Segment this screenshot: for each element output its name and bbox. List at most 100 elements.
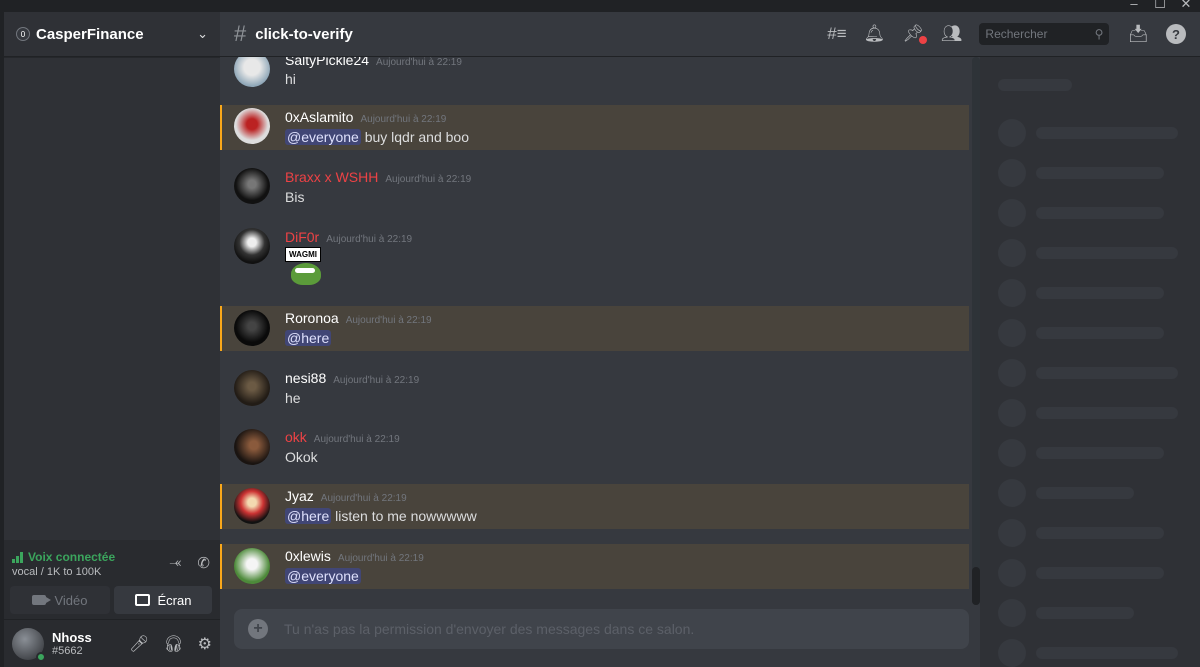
close-button[interactable]: ✕ <box>1180 0 1192 12</box>
message-author[interactable]: 0xAslamito <box>285 109 353 125</box>
avatar[interactable] <box>234 108 270 144</box>
pin-icon[interactable]: 📌︎ <box>902 24 927 44</box>
message-author[interactable]: Jyaz <box>285 488 314 504</box>
message-timestamp: Aujourd'hui à 22:19 <box>333 375 420 386</box>
message: Braxx x WSHH Aujourd'hui à 22:19 Bis <box>220 165 969 210</box>
member-group-placeholder <box>998 79 1072 91</box>
mention-pill[interactable]: @here <box>285 330 332 346</box>
avatar[interactable] <box>234 168 270 204</box>
voice-panel: Voix connectée vocal / 1K to 100K ⤛ ✆ Vi… <box>4 540 220 620</box>
message-timestamp: Aujourd'hui à 22:19 <box>385 174 472 185</box>
user-panel: Nhoss #5662 🎤︎ 🎧︎ ⚙ <box>4 620 220 667</box>
scrollbar-track[interactable] <box>972 57 980 605</box>
channel-header: # click-to-verify #≡ 🔔︎ 📌︎ 👥︎ ⚲ 📥︎ ? <box>220 12 1200 57</box>
headphones-icon[interactable]: 🎧︎ <box>163 634 183 654</box>
message: DiF0r Aujourd'hui à 22:19 WAGMI <box>220 225 969 295</box>
member-name-placeholder <box>1036 567 1164 579</box>
bell-icon[interactable]: 🔔︎ <box>864 24 886 44</box>
members-icon[interactable]: 👥︎ <box>941 24 963 44</box>
message-author[interactable]: Roronoa <box>285 310 339 326</box>
message-timestamp: Aujourd'hui à 22:19 <box>320 493 407 504</box>
member-avatar-placeholder <box>998 239 1026 267</box>
member-avatar-placeholder <box>998 479 1026 507</box>
message-text: Okok <box>285 449 318 465</box>
member-list <box>980 57 1200 667</box>
avatar[interactable] <box>234 310 270 346</box>
message-input <box>284 621 955 637</box>
hashtag-icon: # <box>234 21 247 46</box>
mention-pill[interactable]: @everyone <box>285 568 361 584</box>
member-name-placeholder <box>1036 327 1164 339</box>
chat-area: SaltyPickle24 Aujourd'hui à 22:19 hi 0xAs… <box>220 57 980 667</box>
message-author[interactable]: okk <box>285 429 307 445</box>
username: Nhoss <box>52 630 92 645</box>
mic-icon[interactable]: 🎤︎ <box>129 634 149 654</box>
screen-share-button[interactable]: Écran <box>114 586 212 614</box>
chevron-down-icon: ⌄ <box>197 26 208 41</box>
video-button[interactable]: Vidéo <box>10 586 110 614</box>
sticker[interactable]: WAGMI <box>285 247 327 289</box>
pepe-sticker-icon <box>291 263 321 285</box>
user-tag: #5662 <box>52 645 83 657</box>
message-text: Bis <box>285 189 305 205</box>
server-name: CasperFinance <box>36 25 144 43</box>
member-avatar-placeholder <box>998 639 1026 667</box>
search-input[interactable] <box>985 27 1095 41</box>
avatar[interactable] <box>234 548 270 584</box>
message-timestamp: Aujourd'hui à 22:19 <box>360 114 447 125</box>
noise-suppression-icon[interactable]: ⤛ <box>169 554 181 572</box>
message: SaltyPickle24 Aujourd'hui à 22:19 hi <box>220 57 969 91</box>
mention-pill[interactable]: @everyone <box>285 129 361 145</box>
avatar[interactable] <box>234 429 270 465</box>
search-icon: ⚲ <box>1094 27 1104 41</box>
message-author[interactable]: 0xlewis <box>285 548 331 564</box>
message-author[interactable]: SaltyPickle24 <box>285 57 369 68</box>
maximize-button[interactable]: ☐ <box>1154 0 1166 12</box>
avatar[interactable] <box>234 57 270 87</box>
search-box[interactable]: ⚲ <box>979 23 1110 45</box>
message-timestamp: Aujourd'hui à 22:19 <box>345 315 432 326</box>
member-avatar-placeholder <box>998 399 1026 427</box>
message-text: @everyone <box>285 568 361 584</box>
gear-icon[interactable]: ⚙ <box>198 634 212 654</box>
member-avatar-placeholder <box>998 279 1026 307</box>
minimize-button[interactable]: – <box>1128 0 1140 12</box>
voice-channel-name[interactable]: vocal / 1K to 100K <box>12 566 101 578</box>
member-avatar-placeholder <box>998 359 1026 387</box>
member-name-placeholder <box>1036 127 1178 139</box>
message-text: @here listen to me nowwwww <box>285 508 477 524</box>
message: okk Aujourd'hui à 22:19 Okok <box>220 425 969 470</box>
inbox-icon[interactable]: 📥︎ <box>1127 24 1149 44</box>
avatar[interactable] <box>234 488 270 524</box>
message: Roronoa Aujourd'hui à 22:19 @here <box>220 306 969 351</box>
message-text-content: buy lqdr and boo <box>360 129 470 145</box>
voice-status: Voix connectée <box>12 550 115 564</box>
member-avatar-placeholder <box>998 159 1026 187</box>
avatar[interactable] <box>234 370 270 406</box>
message-composer: + <box>234 609 969 649</box>
threads-icon[interactable]: #≡ <box>827 24 846 44</box>
member-avatar-placeholder <box>998 439 1026 467</box>
avatar[interactable] <box>234 228 270 264</box>
scrollbar-thumb[interactable] <box>972 567 980 605</box>
sticker-label: WAGMI <box>285 247 321 262</box>
message-list: SaltyPickle24 Aujourd'hui à 22:19 hi 0xAs… <box>220 57 970 602</box>
member-name-placeholder <box>1036 287 1164 299</box>
member-avatar-placeholder <box>998 599 1026 627</box>
disconnect-icon[interactable]: ✆ <box>197 554 210 572</box>
avatar[interactable] <box>12 627 46 662</box>
message-author[interactable]: Braxx x WSHH <box>285 169 378 185</box>
message-author[interactable]: nesi88 <box>285 370 326 386</box>
member-name-placeholder <box>1036 607 1134 619</box>
help-icon[interactable]: ? <box>1166 24 1186 44</box>
member-name-placeholder <box>1036 247 1178 259</box>
message-timestamp: Aujourd'hui à 22:19 <box>326 234 413 245</box>
member-avatar-placeholder <box>998 119 1026 147</box>
member-avatar-placeholder <box>998 559 1026 587</box>
mention-pill[interactable]: @here <box>285 508 332 524</box>
server-header[interactable]: 0 CasperFinance ⌄ <box>4 12 220 57</box>
member-name-placeholder <box>1036 447 1164 459</box>
member-avatar-placeholder <box>998 319 1026 347</box>
message-author[interactable]: DiF0r <box>285 229 319 245</box>
channel-sidebar: 0 CasperFinance ⌄ Voix connectée vocal /… <box>4 12 220 667</box>
